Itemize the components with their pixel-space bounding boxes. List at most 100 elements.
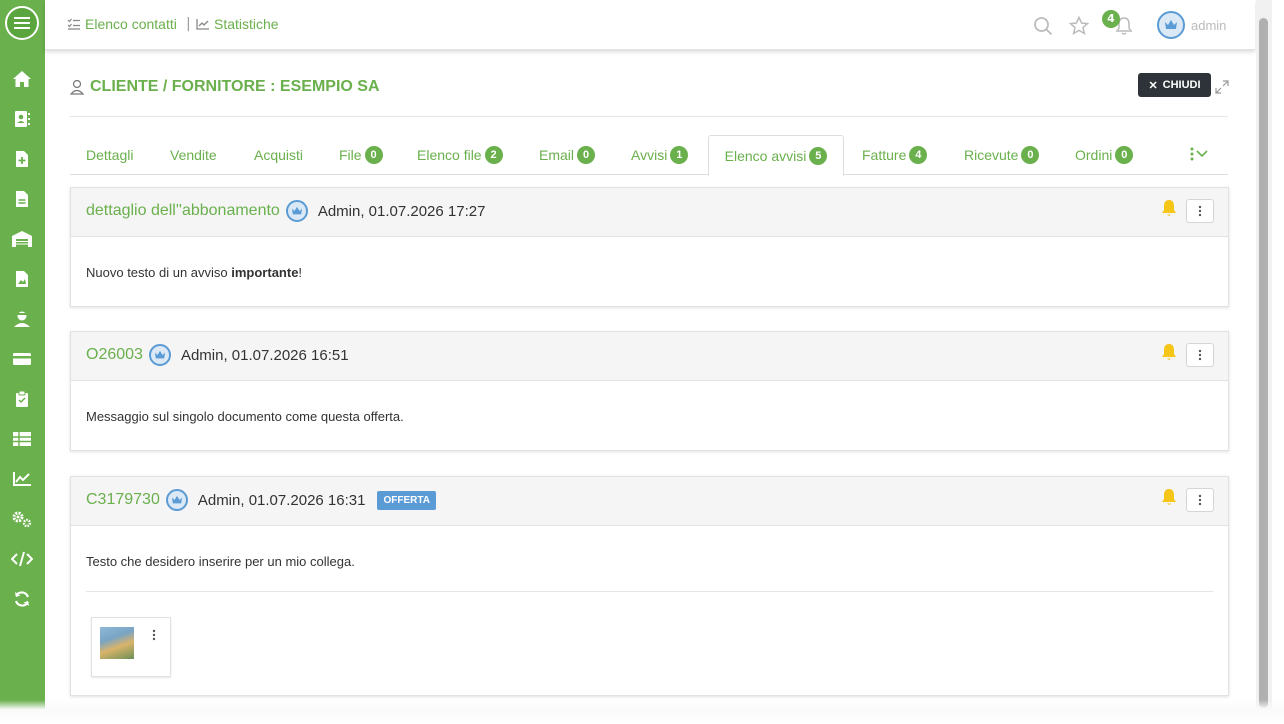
tab-label: Dettagli	[86, 147, 134, 163]
expand-icon[interactable]	[1215, 79, 1229, 98]
credit-card-icon[interactable]	[11, 348, 33, 370]
notice-title-link[interactable]: O26003	[86, 346, 143, 364]
menu-icon	[7, 8, 37, 38]
page-title: CLIENTE / FORNITORE : ESEMPIO SA	[70, 78, 380, 96]
close-icon: ✕	[1148, 79, 1158, 92]
notice-text-end: !	[298, 265, 303, 280]
page-scrollbar[interactable]	[1256, 0, 1272, 724]
notice-card-header: C3179730 Admin, 01.07.2026 16:31 OFFERTA	[71, 477, 1228, 526]
notice-title-link[interactable]: dettaglio dell''abbonamento	[86, 202, 280, 220]
tab-label: Fatture	[862, 147, 907, 163]
notice-meta: Admin, 01.07.2026 17:27	[317, 202, 486, 220]
notice-body: Testo che desidero inserire per un mio c…	[71, 526, 1228, 569]
tabs-more-menu[interactable]	[1190, 147, 1208, 161]
attachment-options-button[interactable]	[152, 626, 156, 645]
kebab-icon	[152, 629, 156, 641]
clipboard-icon[interactable]	[11, 388, 33, 410]
warehouse-icon[interactable]	[11, 228, 33, 250]
contacts-list-link[interactable]: Elenco contatti	[67, 16, 177, 32]
list-icon	[67, 18, 80, 30]
tab-label: Elenco file	[417, 147, 482, 163]
tab-dettagli[interactable]: Dettagli	[86, 135, 133, 175]
bell-icon[interactable]	[1160, 342, 1178, 366]
notice-title-row: O26003 Admin, 01.07.2026 16:51	[86, 344, 349, 366]
tab-file[interactable]: File 0	[339, 135, 383, 175]
tab-label: Vendite	[170, 147, 217, 163]
author-avatar	[285, 200, 308, 222]
scrollbar-thumb[interactable]	[1259, 18, 1268, 708]
code-icon[interactable]	[11, 548, 33, 570]
statistics-link[interactable]: Statistiche	[196, 16, 279, 32]
notice-title-link[interactable]: C3179730	[86, 491, 160, 509]
notice-meta: Admin, 01.07.2026 16:51	[180, 346, 349, 364]
notice-text: Testo che desidero inserire per un mio c…	[86, 554, 355, 569]
notice-card: dettaglio dell''abbonamento Admin, 01.07…	[70, 187, 1229, 307]
title-divider	[70, 116, 1228, 117]
tab-elenco-file[interactable]: Elenco file 2	[417, 135, 503, 175]
tab-acquisti[interactable]: Acquisti	[254, 135, 303, 175]
attachment-image[interactable]	[100, 627, 134, 659]
settings-icon[interactable]	[11, 508, 33, 530]
attachment-divider	[86, 591, 1213, 592]
user-outline-icon	[70, 79, 84, 95]
tab-email[interactable]: Email 0	[539, 135, 596, 175]
home-icon[interactable]	[11, 68, 33, 90]
torn-edge	[0, 700, 1284, 724]
app-logo[interactable]	[3, 4, 41, 42]
attachment-thumbnail[interactable]	[91, 617, 171, 677]
notice-title-row: C3179730 Admin, 01.07.2026 16:31 OFFERTA	[86, 489, 436, 511]
top-bar: Elenco contatti | Statistiche 4 admin	[45, 0, 1255, 50]
tab-count-badge: 1	[670, 146, 689, 164]
notice-options-button[interactable]	[1186, 488, 1214, 512]
statistics-label: Statistiche	[214, 16, 279, 32]
top-separator: |	[186, 16, 191, 32]
close-button-label: CHIUDI	[1162, 79, 1201, 91]
crown-icon	[171, 495, 182, 504]
crown-icon	[154, 350, 165, 359]
tab-label: Elenco avvisi	[724, 147, 807, 164]
tab-elenco-avvisi[interactable]: Elenco avvisi 5	[708, 135, 844, 176]
kebab-icon	[1198, 205, 1202, 217]
tab-ricevute[interactable]: Ricevute 0	[964, 135, 1040, 175]
tab-label: Acquisti	[254, 147, 304, 163]
crown-icon	[291, 206, 302, 215]
document-icon[interactable]	[11, 188, 33, 210]
contacts-list-label: Elenco contatti	[85, 16, 177, 32]
notification-count-badge: 4	[1102, 10, 1120, 28]
tab-avvisi[interactable]: Avvisi 1	[631, 135, 689, 175]
star-icon[interactable]	[1068, 15, 1090, 40]
user-name[interactable]: admin	[1191, 18, 1226, 33]
tab-ordini[interactable]: Ordini 0	[1075, 135, 1134, 175]
tab-fatture[interactable]: Fatture 4	[862, 135, 928, 175]
notice-title-row: dettaglio dell''abbonamento Admin, 01.07…	[86, 200, 485, 222]
notice-meta: Admin, 01.07.2026 16:31	[197, 491, 366, 509]
kebab-icon	[1190, 147, 1194, 161]
notice-options-button[interactable]	[1186, 199, 1214, 223]
user-avatar[interactable]	[1157, 11, 1185, 39]
tab-vendite[interactable]: Vendite	[170, 135, 217, 175]
kebab-icon	[1198, 494, 1202, 506]
chart-icon[interactable]	[11, 468, 33, 490]
tab-bar: Dettagli Vendite Acquisti File 0 Elenco f…	[70, 135, 1228, 176]
bell-icon[interactable]	[1160, 487, 1178, 511]
refresh-icon[interactable]	[11, 588, 33, 610]
image-file-icon[interactable]	[11, 268, 33, 290]
tab-label: File	[339, 147, 362, 163]
bell-icon[interactable]	[1160, 198, 1178, 222]
table-icon[interactable]	[11, 428, 33, 450]
user-icon[interactable]	[11, 308, 33, 330]
notice-body: Nuovo testo di un avviso importante!	[71, 237, 1228, 306]
author-avatar	[165, 489, 188, 511]
tab-label: Avvisi	[631, 147, 668, 163]
notice-card: O26003 Admin, 01.07.2026 16:51 Messaggio…	[70, 331, 1229, 451]
tab-count-badge: 4	[909, 146, 928, 164]
notice-body: Messaggio sul singolo documento come que…	[71, 381, 1228, 450]
search-icon[interactable]	[1033, 16, 1053, 40]
contacts-icon[interactable]	[11, 108, 33, 130]
line-chart-icon	[196, 19, 209, 30]
tab-count-badge: 0	[1115, 146, 1134, 164]
close-button[interactable]: ✕ CHIUDI	[1138, 73, 1211, 97]
new-document-icon[interactable]	[11, 148, 33, 170]
notice-options-button[interactable]	[1186, 343, 1214, 367]
tab-count-badge: 0	[1021, 146, 1040, 164]
